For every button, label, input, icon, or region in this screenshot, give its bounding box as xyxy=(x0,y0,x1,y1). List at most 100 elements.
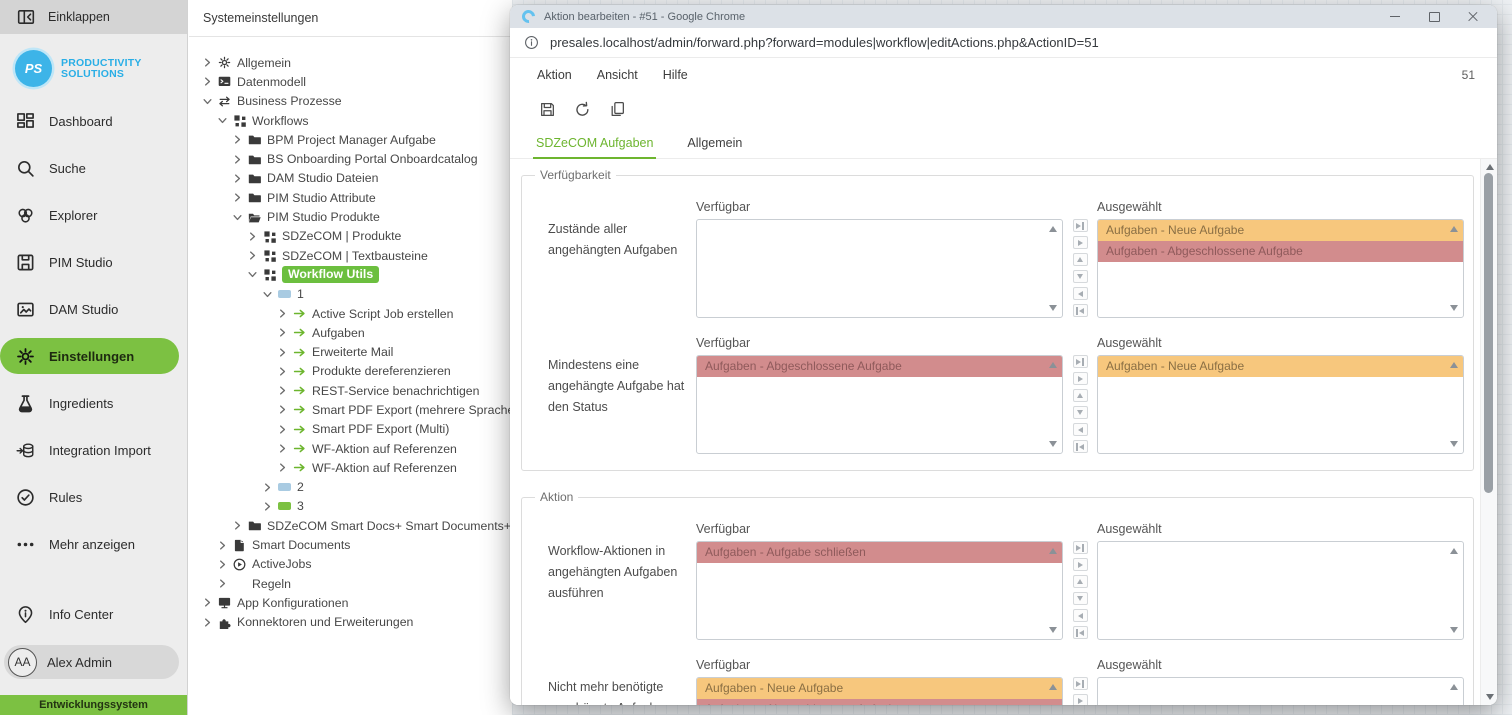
sidebar-item-dashboard[interactable]: Dashboard xyxy=(0,103,179,139)
chevron-right-icon[interactable] xyxy=(278,463,287,472)
scrollbar-thumb[interactable] xyxy=(1484,173,1493,493)
tree-node-3[interactable]: 3 xyxy=(189,497,512,516)
move-left-button[interactable] xyxy=(1073,287,1088,300)
tree-node-business-prozesse[interactable]: Business Prozesse xyxy=(189,92,512,111)
list-scroll-up-icon[interactable] xyxy=(1049,362,1057,368)
chevron-right-icon[interactable] xyxy=(278,367,287,376)
list-scroll-up-icon[interactable] xyxy=(1450,548,1458,554)
chevron-down-icon[interactable] xyxy=(263,290,272,299)
tab-allgemein[interactable]: Allgemein xyxy=(684,136,745,159)
list-scroll-down-icon[interactable] xyxy=(1049,627,1057,633)
move-all-right-button[interactable] xyxy=(1073,355,1088,368)
chevron-right-icon[interactable] xyxy=(248,251,257,260)
selected-list[interactable]: Aufgaben - Neue Aufgabe xyxy=(1097,355,1464,454)
available-list[interactable]: Aufgaben - Neue AufgabeAufgaben - Abgesc… xyxy=(696,677,1063,705)
chevron-right-icon[interactable] xyxy=(233,193,242,202)
tab-sdzecom-aufgaben[interactable]: SDZeCOM Aufgaben xyxy=(533,136,656,159)
chevron-down-icon[interactable] xyxy=(248,270,257,279)
selected-list[interactable]: Aufgaben - Neue AufgabeAufgaben - Abgesc… xyxy=(1097,219,1464,318)
tree-node-pim-studio-attribute[interactable]: PIM Studio Attribute xyxy=(189,188,512,207)
tree-node-app-konfigurationen[interactable]: App Konfigurationen xyxy=(189,593,512,612)
list-item[interactable]: Aufgaben - Neue Aufgabe xyxy=(1098,356,1463,377)
tree-node-konnektoren-und-erweiterungen[interactable]: Konnektoren und Erweiterungen xyxy=(189,613,512,632)
list-item[interactable]: Aufgaben - Abgeschlossene Aufgabe xyxy=(697,356,1062,377)
tree-node-smart-documents[interactable]: Smart Documents xyxy=(189,535,512,554)
sidebar-item-integration-import[interactable]: Integration Import xyxy=(0,432,179,468)
list-scroll-up-icon[interactable] xyxy=(1049,226,1057,232)
tree-node-workflows[interactable]: Workflows xyxy=(189,111,512,130)
move-all-left-button[interactable] xyxy=(1073,626,1088,639)
list-item[interactable]: Aufgaben - Aufgabe schließen xyxy=(697,542,1062,563)
menu-ansicht[interactable]: Ansicht xyxy=(597,68,638,82)
vertical-scrollbar[interactable] xyxy=(1480,159,1497,705)
move-right-button[interactable] xyxy=(1073,558,1088,571)
sidebar-item-info-center[interactable]: Info Center xyxy=(0,597,187,631)
move-all-left-button[interactable] xyxy=(1073,304,1088,317)
chevron-right-icon[interactable] xyxy=(248,232,257,241)
tree-node-smart-pdf-export-multi[interactable]: Smart PDF Export (Multi) xyxy=(189,420,512,439)
chevron-right-icon[interactable] xyxy=(203,77,212,86)
available-list[interactable] xyxy=(696,219,1063,318)
tree-node-workflow-utils[interactable]: Workflow Utils xyxy=(189,265,512,284)
menu-hilfe[interactable]: Hilfe xyxy=(663,68,688,82)
move-left-button[interactable] xyxy=(1073,609,1088,622)
scroll-up-icon[interactable] xyxy=(1486,164,1494,170)
list-scroll-down-icon[interactable] xyxy=(1450,627,1458,633)
chevron-right-icon[interactable] xyxy=(278,309,287,318)
chevron-right-icon[interactable] xyxy=(203,58,212,67)
tree-node-aufgaben[interactable]: Aufgaben xyxy=(189,323,512,342)
menu-aktion[interactable]: Aktion xyxy=(537,68,572,82)
move-down-button[interactable] xyxy=(1073,270,1088,283)
move-all-right-button[interactable] xyxy=(1073,541,1088,554)
chevron-right-icon[interactable] xyxy=(278,444,287,453)
move-right-button[interactable] xyxy=(1073,694,1088,705)
sidebar-item-ingredients[interactable]: Ingredients xyxy=(0,385,179,421)
chevron-right-icon[interactable] xyxy=(263,502,272,511)
chevron-right-icon[interactable] xyxy=(278,328,287,337)
user-chip[interactable]: AA Alex Admin xyxy=(4,645,179,679)
chevron-right-icon[interactable] xyxy=(203,598,212,607)
chevron-right-icon[interactable] xyxy=(233,155,242,164)
tree-node-allgemein[interactable]: Allgemein xyxy=(189,53,512,72)
move-down-button[interactable] xyxy=(1073,592,1088,605)
move-all-left-button[interactable] xyxy=(1073,440,1088,453)
copy-button[interactable] xyxy=(604,97,630,123)
tree-node-produkte-dereferenzieren[interactable]: Produkte dereferenzieren xyxy=(189,362,512,381)
available-list[interactable]: Aufgaben - Abgeschlossene Aufgabe xyxy=(696,355,1063,454)
tree-node-sdzecom-smart-docs-smart-documents-element[interactable]: SDZeCOM Smart Docs+ Smart Documents+ Ele… xyxy=(189,516,512,535)
list-item[interactable]: Aufgaben - Neue Aufgabe xyxy=(1098,220,1463,241)
chevron-right-icon[interactable] xyxy=(278,386,287,395)
chevron-right-icon[interactable] xyxy=(233,135,242,144)
move-all-right-button[interactable] xyxy=(1073,677,1088,690)
chevron-right-icon[interactable] xyxy=(233,521,242,530)
chevron-right-icon[interactable] xyxy=(218,541,227,550)
list-scroll-up-icon[interactable] xyxy=(1450,362,1458,368)
list-item[interactable]: Aufgaben - Neue Aufgabe xyxy=(697,678,1062,699)
move-down-button[interactable] xyxy=(1073,406,1088,419)
save-button[interactable] xyxy=(534,97,560,123)
tree-node-2[interactable]: 2 xyxy=(189,478,512,497)
chevron-right-icon[interactable] xyxy=(203,618,212,627)
tree-node-sdzecom-produkte[interactable]: SDZeCOM | Produkte xyxy=(189,227,512,246)
tree-node-1[interactable]: 1 xyxy=(189,285,512,304)
minimize-button[interactable] xyxy=(1389,11,1401,23)
list-scroll-down-icon[interactable] xyxy=(1450,305,1458,311)
move-left-button[interactable] xyxy=(1073,423,1088,436)
selected-list[interactable] xyxy=(1097,541,1464,640)
sidebar-item-rules[interactable]: Rules xyxy=(0,479,179,515)
maximize-button[interactable] xyxy=(1428,11,1440,23)
chevron-right-icon[interactable] xyxy=(278,348,287,357)
tree-node-activejobs[interactable]: ActiveJobs xyxy=(189,555,512,574)
move-right-button[interactable] xyxy=(1073,372,1088,385)
window-titlebar[interactable]: Aktion bearbeiten - #51 - Google Chrome xyxy=(510,5,1497,28)
chevron-right-icon[interactable] xyxy=(233,174,242,183)
collapse-button[interactable]: Einklappen xyxy=(0,0,187,34)
tree-node-smart-pdf-export-mehrere-sprachen[interactable]: Smart PDF Export (mehrere Sprachen) xyxy=(189,400,512,419)
scroll-down-icon[interactable] xyxy=(1486,694,1494,700)
tree-node-erweiterte-mail[interactable]: Erweiterte Mail xyxy=(189,342,512,361)
list-item[interactable]: Aufgaben - Abgeschlossene Aufgabe xyxy=(697,699,1062,705)
chevron-right-icon[interactable] xyxy=(263,483,272,492)
sidebar-item-mehr-anzeigen[interactable]: Mehr anzeigen xyxy=(0,526,179,562)
sidebar-item-explorer[interactable]: Explorer xyxy=(0,197,179,233)
chevron-right-icon[interactable] xyxy=(218,579,227,588)
